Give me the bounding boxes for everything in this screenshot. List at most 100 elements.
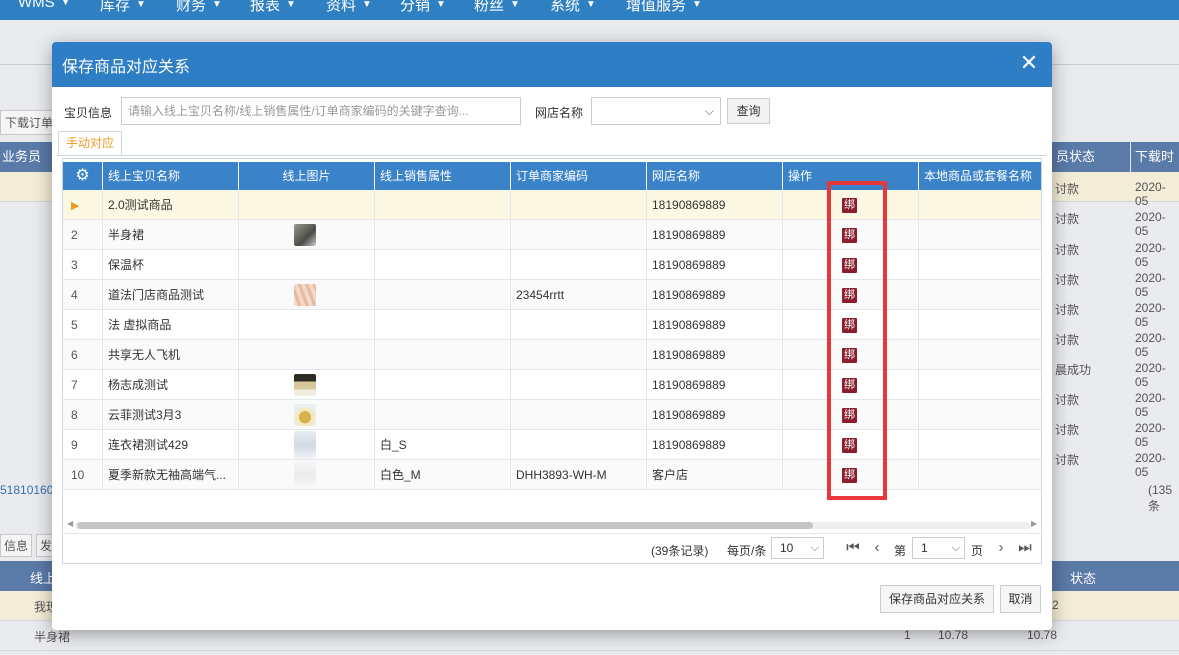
local-product-cell[interactable] bbox=[919, 220, 1041, 250]
shop-name-cell: 18190869889 bbox=[647, 370, 783, 400]
column-header-online-image[interactable]: 线上图片 bbox=[239, 162, 375, 190]
tab-manual-mapping[interactable]: 手动对应 bbox=[58, 131, 123, 156]
time-cell: 2020-05 bbox=[1135, 241, 1166, 269]
column-header-status: 员状态 bbox=[1052, 142, 1130, 172]
local-product-cell[interactable] bbox=[919, 190, 1041, 220]
table-row[interactable]: ▶ 2.0测试商品 18190869889 绑 bbox=[63, 190, 1041, 220]
status-cell: 讨款 bbox=[1055, 182, 1080, 196]
bind-button[interactable]: 绑 bbox=[842, 318, 857, 333]
table-row[interactable]: 9 连衣裙测试429 白_S 18190869889 绑 bbox=[63, 430, 1041, 460]
horizontal-scrollbar[interactable]: ◀ ▶ bbox=[63, 519, 1041, 531]
shop-name-cell: 18190869889 bbox=[647, 250, 783, 280]
nav-label: 粉丝 bbox=[474, 0, 505, 14]
local-product-cell[interactable] bbox=[919, 340, 1041, 370]
search-input[interactable] bbox=[121, 97, 521, 125]
scroll-right-icon[interactable]: ▶ bbox=[1031, 519, 1037, 528]
nav-item-finance[interactable]: 财务 ▼ bbox=[176, 0, 222, 15]
online-image-cell bbox=[239, 280, 375, 310]
scroll-left-icon[interactable]: ◀ bbox=[67, 519, 73, 528]
bind-button[interactable]: 绑 bbox=[842, 378, 857, 393]
local-product-cell[interactable] bbox=[919, 400, 1041, 430]
cancel-button[interactable]: 取消 bbox=[1000, 585, 1041, 613]
sale-attr-cell bbox=[375, 220, 511, 250]
table-row[interactable]: 4 道法门店商品测试 23454rrtt 18190869889 绑 bbox=[63, 280, 1041, 310]
table-row[interactable]: 2 半身裙 18190869889 绑 bbox=[63, 220, 1041, 250]
column-header-local-product[interactable]: 本地商品或套餐名称 bbox=[919, 162, 1041, 190]
shop-select[interactable]: ⌵ bbox=[591, 97, 721, 125]
bind-button[interactable]: 绑 bbox=[842, 258, 857, 273]
nav-item-value-added[interactable]: 增值服务 ▼ bbox=[626, 0, 702, 15]
bind-button[interactable]: 绑 bbox=[842, 198, 857, 213]
bind-button[interactable]: 绑 bbox=[842, 438, 857, 453]
query-button[interactable]: 查询 bbox=[727, 98, 770, 124]
online-name-cell: 2.0测试商品 bbox=[103, 190, 239, 220]
status-cell: 讨款 bbox=[1055, 393, 1080, 407]
chevron-down-icon: ⌵ bbox=[704, 104, 714, 118]
status-cell: 讨款 bbox=[1055, 273, 1080, 287]
product-thumbnail-image bbox=[294, 374, 316, 396]
page-number-select[interactable]: 1 ⌵ bbox=[912, 537, 965, 559]
previous-page-icon[interactable]: ‹ bbox=[869, 539, 885, 556]
local-product-cell[interactable] bbox=[919, 460, 1041, 490]
product-thumbnail-image bbox=[294, 461, 316, 489]
gear-icon[interactable]: ⚙ bbox=[63, 162, 103, 190]
save-mapping-button[interactable]: 保存商品对应关系 bbox=[880, 585, 994, 613]
bind-button[interactable]: 绑 bbox=[842, 348, 857, 363]
order-link[interactable]: 51810160 bbox=[0, 483, 53, 497]
sale-attr-cell bbox=[375, 370, 511, 400]
bind-button[interactable]: 绑 bbox=[842, 288, 857, 303]
local-product-cell[interactable] bbox=[919, 430, 1041, 460]
status-cell: 晨成功 bbox=[1055, 363, 1092, 377]
chevron-down-icon: ▼ bbox=[362, 0, 372, 10]
table-row[interactable]: 10 夏季新款无袖高端气... 白色_M DHH3893-WH-M 客户店 绑 bbox=[63, 460, 1041, 490]
online-name-cell: 杨志成测试 bbox=[103, 370, 239, 400]
nav-item-fans[interactable]: 粉丝 ▼ bbox=[474, 0, 520, 15]
column-header-action[interactable]: 操作 bbox=[783, 162, 919, 190]
nav-label: 库存 bbox=[100, 0, 131, 14]
nav-item-data[interactable]: 资料 ▼ bbox=[326, 0, 372, 15]
shop-name-cell: 18190869889 bbox=[647, 340, 783, 370]
tab-info[interactable]: 信息 bbox=[0, 534, 33, 557]
next-page-icon[interactable]: › bbox=[993, 539, 1009, 556]
page-number-value: 1 bbox=[921, 541, 928, 555]
table-row[interactable]: 3 保温杯 18190869889 绑 bbox=[63, 250, 1041, 280]
sale-attr-cell bbox=[375, 190, 511, 220]
status-cell: 讨款 bbox=[1055, 212, 1080, 226]
nav-item-distribution[interactable]: 分销 ▼ bbox=[400, 0, 446, 15]
column-header-merchant-code[interactable]: 订单商家编码 bbox=[511, 162, 647, 190]
scroll-thumb[interactable] bbox=[77, 522, 813, 529]
local-product-cell[interactable] bbox=[919, 250, 1041, 280]
local-product-cell[interactable] bbox=[919, 280, 1041, 310]
column-header-online-name[interactable]: 线上宝贝名称 bbox=[103, 162, 239, 190]
bind-button[interactable]: 绑 bbox=[842, 228, 857, 243]
table-row[interactable]: 5 法 虚拟商品 18190869889 绑 bbox=[63, 310, 1041, 340]
online-image-cell bbox=[239, 220, 375, 250]
price-cell: 10.78 bbox=[938, 628, 969, 642]
nav-item-inventory[interactable]: 库存 ▼ bbox=[100, 0, 146, 15]
nav-item-reports[interactable]: 报表 ▼ bbox=[250, 0, 296, 15]
per-page-select[interactable]: 10 ⌵ bbox=[771, 537, 824, 559]
close-icon[interactable]: ✕ bbox=[1018, 52, 1040, 74]
online-image-cell bbox=[239, 460, 375, 490]
row-number: 10 bbox=[63, 460, 103, 490]
bind-button[interactable]: 绑 bbox=[842, 468, 857, 483]
local-product-cell[interactable] bbox=[919, 370, 1041, 400]
action-cell: 绑 bbox=[783, 370, 919, 400]
column-header-sale-attr[interactable]: 线上销售属性 bbox=[375, 162, 511, 190]
first-page-icon[interactable]: ⏮ bbox=[845, 539, 861, 556]
action-cell: 绑 bbox=[783, 250, 919, 280]
quantity-cell: 1 bbox=[904, 628, 911, 642]
table-row[interactable]: 8 云菲测试3月3 18190869889 绑 bbox=[63, 400, 1041, 430]
nav-item-wms[interactable]: WMS ▼ bbox=[18, 0, 71, 11]
local-product-cell[interactable] bbox=[919, 310, 1041, 340]
table-row[interactable]: 7 杨志成测试 18190869889 绑 bbox=[63, 370, 1041, 400]
last-page-icon[interactable]: ⏭ bbox=[1017, 539, 1033, 556]
bind-button[interactable]: 绑 bbox=[842, 408, 857, 423]
sale-attr-cell bbox=[375, 340, 511, 370]
download-order-button[interactable]: 下载订单 bbox=[0, 110, 59, 135]
column-header-shop-name[interactable]: 网店名称 bbox=[647, 162, 783, 190]
merchant-code-cell bbox=[511, 190, 647, 220]
row-number: 6 bbox=[63, 340, 103, 370]
nav-item-system[interactable]: 系统 ▼ bbox=[550, 0, 596, 15]
table-row[interactable]: 6 共享无人飞机 18190869889 绑 bbox=[63, 340, 1041, 370]
